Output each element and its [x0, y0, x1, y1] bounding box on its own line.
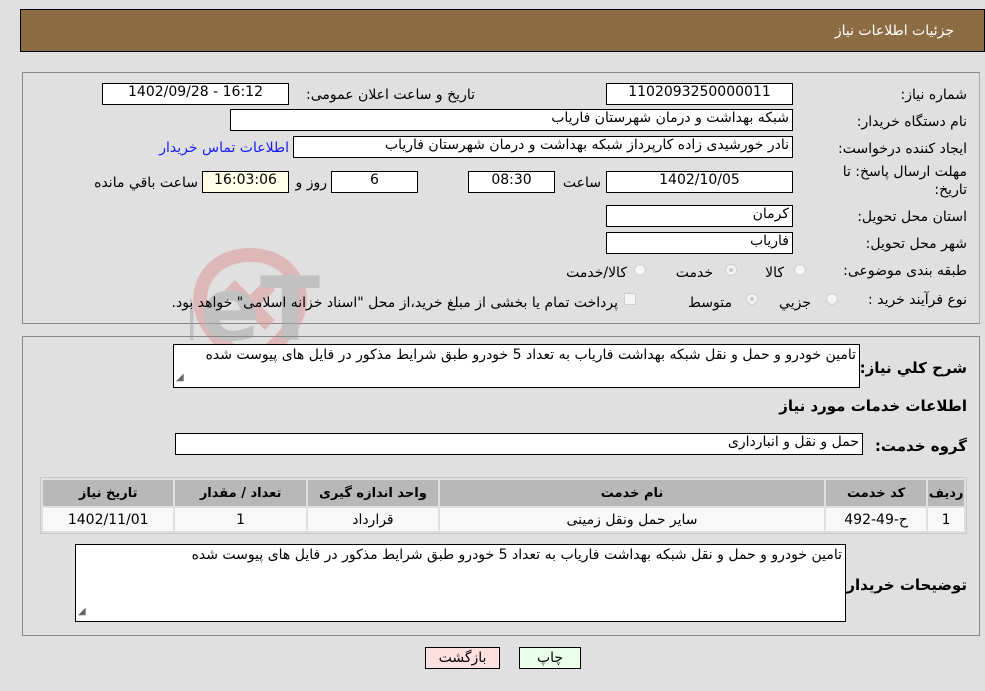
announce-datetime-label: تاریخ و ساعت اعلان عمومی:: [306, 87, 475, 103]
services-heading: اطلاعات خدمات مورد نیاز: [779, 397, 967, 415]
city-label: شهر محل تحویل:: [865, 236, 967, 252]
col-service-code: کد خدمت: [825, 480, 927, 506]
col-unit: واحد اندازه گیری: [307, 480, 439, 506]
buyer-org-label: نام دستگاه خریدار:: [856, 114, 967, 130]
remaining-time-label: ساعت باقي مانده: [94, 175, 198, 191]
cell-quantity: 1: [175, 508, 306, 531]
requester-label: ایجاد کننده درخواست:: [838, 141, 967, 157]
category-radio-goods-service[interactable]: [634, 264, 646, 276]
summary-text: تامین خودرو و حمل و نقل شبکه بهداشت فاری…: [205, 347, 856, 363]
category-option-goods: کالا: [765, 265, 784, 281]
category-radio-goods[interactable]: [794, 264, 806, 276]
deadline-time-field[interactable]: 08:30: [468, 171, 555, 193]
col-need-date: تاریخ نیاز: [43, 480, 174, 506]
category-radio-service[interactable]: [725, 264, 737, 276]
treasury-note: پرداخت تمام یا بخشی از مبلغ خرید،از محل …: [171, 295, 618, 311]
deadline-label-line1: مهلت ارسال پاسخ: تا: [842, 164, 967, 180]
treasury-checkbox[interactable]: [624, 293, 636, 305]
need-number-field[interactable]: 1102093250000011: [606, 83, 793, 105]
announce-datetime-field[interactable]: 1402/09/28 - 16:12: [102, 83, 289, 105]
purchase-option-minor: جزيي: [779, 295, 811, 311]
deadline-label-line2: تاریخ:: [934, 182, 967, 198]
buyer-notes-textarea[interactable]: تامین خودرو و حمل و نقل شبکه بهداشت فاری…: [75, 544, 846, 622]
back-button[interactable]: بازگشت: [425, 647, 500, 669]
deadline-time-label: ساعت: [562, 175, 601, 191]
resize-handle-icon[interactable]: ◢: [78, 604, 86, 620]
service-group-field[interactable]: حمل و نقل و انبارداری: [175, 433, 863, 455]
province-field[interactable]: کرمان: [606, 205, 793, 227]
buyer-notes-label: توضیحات خریدار:: [840, 576, 967, 594]
remaining-time-field: 16:03:06: [202, 171, 289, 193]
table-header-row: ردیف کد خدمت نام خدمت واحد اندازه گیری ت…: [43, 480, 964, 506]
summary-textarea[interactable]: تامین خودرو و حمل و نقل شبکه بهداشت فاری…: [173, 344, 860, 388]
days-label: روز و: [295, 175, 328, 191]
col-row-number: ردیف: [928, 480, 964, 506]
purchase-option-medium: متوسط: [688, 295, 732, 311]
purchase-radio-minor[interactable]: [826, 293, 838, 305]
table-row: 1 ح-49-492 سایر حمل ونقل زمینی قرارداد 1…: [43, 508, 964, 531]
need-number-label: شماره نیاز:: [900, 87, 968, 103]
service-group-label: گروه خدمت:: [874, 437, 967, 455]
province-label: استان محل تحویل:: [857, 209, 967, 225]
cell-service-code: ح-49-492: [825, 508, 927, 531]
col-service-name: نام خدمت: [440, 480, 824, 506]
requester-field[interactable]: نادر خورشیدی زاده کارپرداز شبکه بهداشت و…: [293, 136, 793, 158]
buyer-notes-text: تامین خودرو و حمل و نقل شبکه بهداشت فاری…: [191, 547, 842, 563]
page-title: جزئیات اطلاعات نیاز: [834, 23, 954, 39]
cell-need-date: 1402/11/01: [43, 508, 174, 531]
page-header: جزئیات اطلاعات نیاز: [20, 9, 985, 52]
purchase-type-label: نوع فرآیند خرید :: [868, 292, 967, 308]
cell-unit: قرارداد: [307, 508, 439, 531]
resize-handle-icon[interactable]: ◢: [176, 370, 184, 386]
remaining-days-field[interactable]: 6: [331, 171, 418, 193]
print-button[interactable]: چاپ: [519, 647, 581, 669]
category-option-goods-service: کالا/خدمت: [566, 265, 627, 281]
buyer-contact-link[interactable]: اطلاعات تماس خریدار: [159, 140, 289, 156]
city-field[interactable]: فاریاب: [606, 232, 793, 254]
col-quantity: تعداد / مقدار: [175, 480, 306, 506]
category-option-service: خدمت: [675, 265, 713, 281]
services-table: ردیف کد خدمت نام خدمت واحد اندازه گیری ت…: [40, 477, 967, 534]
summary-label: شرح کلي نياز:: [859, 359, 967, 377]
deadline-date-field[interactable]: 1402/10/05: [606, 171, 793, 193]
cell-service-name: سایر حمل ونقل زمینی: [440, 508, 824, 531]
cell-row-number: 1: [928, 508, 964, 531]
category-label: طبقه بندی موضوعی:: [843, 263, 967, 279]
buyer-org-field[interactable]: شبکه بهداشت و درمان شهرستان فاریاب: [230, 109, 793, 131]
purchase-radio-medium[interactable]: [746, 293, 758, 305]
